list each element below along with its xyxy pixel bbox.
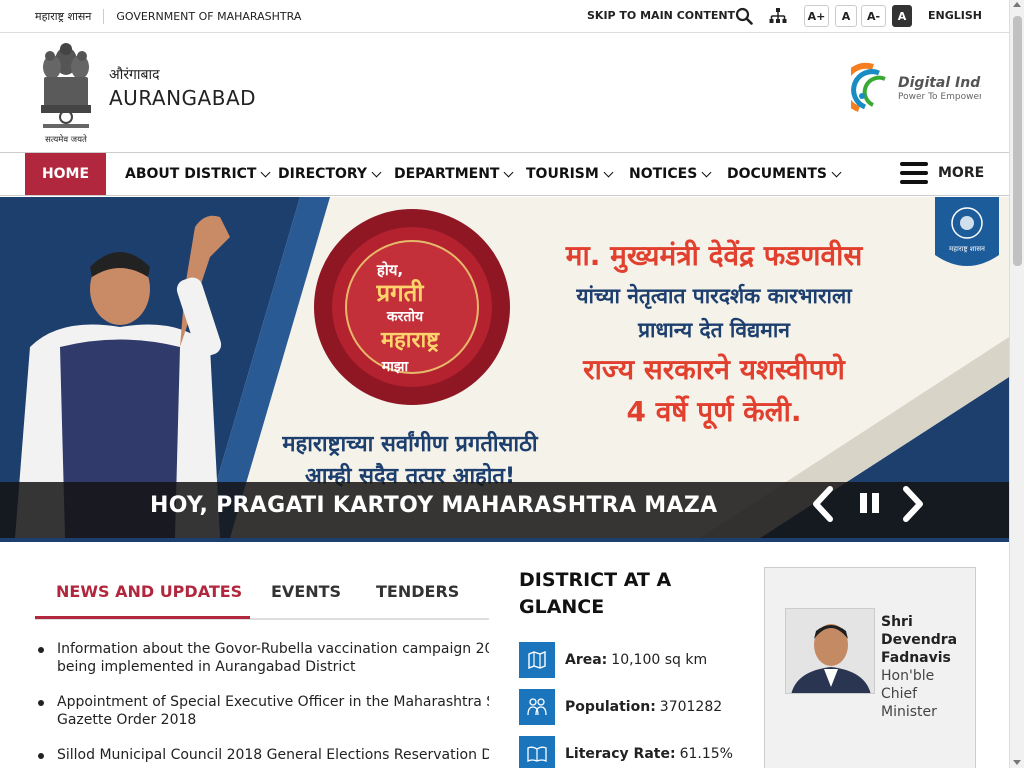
district-name-hindi: औरंगाबाद: [109, 67, 160, 83]
chevron-down-icon: [261, 167, 271, 177]
banner-divider: [0, 538, 1009, 542]
badge-text-4: महाराष्ट्र: [380, 328, 440, 353]
language-selector[interactable]: ENGLISH: [928, 9, 982, 22]
digital-india-tagline: Power To Empower: [898, 92, 981, 102]
nav-directory[interactable]: DIRECTORY: [278, 166, 382, 182]
nav-home[interactable]: HOME: [25, 153, 106, 195]
badge-text-2: प्रगती: [375, 279, 424, 307]
stat-literacy-rate: Literacy Rate: 61.15%: [519, 736, 733, 768]
nav-label: TOURISM: [526, 166, 599, 182]
news-list: Information about the Govor-Rubella vacc…: [35, 640, 489, 768]
slider-next-icon[interactable]: [894, 485, 930, 523]
stat-label: Literacy Rate:: [565, 746, 676, 762]
badge-text-3: करतोय: [386, 308, 424, 325]
book-icon: [519, 736, 555, 768]
stat-label: Area:: [565, 652, 608, 668]
banner-heading-5: 4 वर्षे पूर्ण केली.: [626, 395, 801, 430]
stat-area: Area: 10,100 sq km: [519, 642, 707, 678]
stat-population: Population: 3701282: [519, 689, 722, 725]
banner-caption: HOY, PRAGATI KARTOY MAHARASHTRA MAZA: [150, 493, 718, 518]
chief-minister-name[interactable]: Shri Devendra Fadnavis: [881, 613, 961, 667]
gov-english-link[interactable]: GOVERNMENT OF MAHARASHTRA: [116, 10, 301, 23]
gov-label-group: महाराष्ट्र शासन GOVERNMENT OF MAHARASHTR…: [35, 9, 301, 24]
news-item-line: Appointment of Special Executive Officer…: [57, 694, 489, 710]
skip-to-main-link[interactable]: SKIP TO MAIN CONTENT: [587, 9, 735, 22]
news-item-line: Information about the Govor-Rubella vacc…: [57, 641, 489, 657]
scroll-thumb[interactable]: [1013, 16, 1022, 266]
chief-minister-designation: Hon'ble Chief Minister: [881, 668, 937, 720]
banner-heading-4: राज्य सरकारने यशस्वीपणे: [582, 353, 846, 386]
nav-notices[interactable]: NOTICES: [629, 166, 712, 182]
page-scrollbar[interactable]: [1009, 0, 1024, 768]
emblem-motto: सत्यमेव जयते: [45, 134, 87, 145]
stat-value: 61.15%: [679, 746, 733, 762]
gov-hindi-link[interactable]: महाराष्ट्र शासन: [35, 9, 91, 24]
tab-events[interactable]: EVENTS: [271, 582, 341, 601]
chevron-down-icon: [371, 167, 382, 177]
slider-prev-icon[interactable]: [806, 485, 842, 523]
news-item[interactable]: Sillod Municipal Council 2018 General El…: [35, 746, 489, 764]
banner-heading-2: यांच्या नेतृत्वात पारदर्शक कारभाराला: [575, 283, 853, 310]
divider: [103, 9, 105, 24]
tab-tenders[interactable]: TENDERS: [376, 582, 459, 601]
news-item[interactable]: Appointment of Special Executive Officer…: [35, 693, 489, 729]
seal-label: महाराष्ट्र शासन: [949, 245, 985, 253]
map-icon: [519, 642, 555, 678]
banner-bottom-1: महाराष्ट्राच्या सर्वांगीण प्रगतीसाठी: [281, 430, 539, 457]
scroll-down-icon[interactable]: [1013, 760, 1021, 765]
badge-text-5: माझा: [381, 359, 410, 375]
nav-label: ABOUT DISTRICT: [125, 166, 257, 182]
chief-minister-photo: [785, 608, 875, 694]
nav-label: DIRECTORY: [278, 166, 368, 182]
chevron-down-icon: [504, 167, 514, 177]
people-icon: [519, 689, 555, 725]
nav-label: DOCUMENTS: [727, 166, 828, 182]
banner-heading-1: मा. मुख्यमंत्री देवेंद्र फडणवीस: [565, 239, 864, 273]
hero-banner[interactable]: होय, प्रगती करतोय महाराष्ट्र माझा मा. मु…: [0, 197, 1009, 538]
hamburger-icon: [900, 162, 928, 184]
nav-more[interactable]: MORE: [900, 162, 984, 184]
chevron-down-icon: [831, 167, 842, 177]
stat-value: 10,100 sq km: [611, 652, 708, 668]
badge-text-1: होय,: [376, 261, 403, 279]
sitemap-icon[interactable]: [769, 7, 787, 25]
more-label: MORE: [938, 165, 985, 181]
font-decrease-button[interactable]: A-: [861, 5, 886, 27]
chief-minister-card: Shri Devendra Fadnavis Hon'ble Chief Min…: [764, 567, 976, 768]
nav-tourism[interactable]: TOURISM: [526, 166, 614, 182]
page: महाराष्ट्र शासन GOVERNMENT OF MAHARASHTR…: [0, 0, 1024, 768]
main-navigation: HOME ABOUT DISTRICT DIRECTORY DEPARTMENT…: [0, 152, 1009, 196]
national-emblem-icon[interactable]: सत्यमेव जयते: [35, 39, 97, 145]
font-increase-button[interactable]: A+: [804, 5, 829, 27]
news-tabs: NEWS AND UPDATES EVENTS TENDERS: [35, 570, 489, 620]
news-item-line: Sillod Municipal Council 2018 General El…: [57, 747, 489, 763]
nav-about-district[interactable]: ABOUT DISTRICT: [125, 166, 271, 182]
news-item[interactable]: Information about the Govor-Rubella vacc…: [35, 640, 489, 676]
chevron-down-icon: [701, 167, 712, 177]
stat-value: 3701282: [659, 699, 723, 715]
chevron-down-icon: [603, 167, 614, 177]
slider-pause-icon[interactable]: [852, 485, 888, 523]
digital-india-title: Digital India: [898, 75, 981, 91]
nav-documents[interactable]: DOCUMENTS: [727, 166, 842, 182]
active-tab-indicator: [35, 616, 250, 619]
news-item-line: being implemented in Aurangabad District: [57, 659, 356, 675]
stat-label: Population:: [565, 699, 656, 715]
district-glance-title: DISTRICT AT A GLANCE: [519, 569, 672, 618]
nav-label: DEPARTMENT: [394, 166, 500, 182]
nav-department[interactable]: DEPARTMENT: [394, 166, 514, 182]
site-header: सत्यमेव जयते औरंगाबाद AURANGABAD Digital…: [0, 33, 1009, 152]
news-item-line: Gazette Order 2018: [57, 712, 197, 728]
search-icon[interactable]: [735, 7, 753, 25]
high-contrast-button[interactable]: A: [892, 5, 912, 27]
district-name[interactable]: AURANGABAD: [109, 86, 256, 110]
scroll-up-icon[interactable]: [1013, 2, 1021, 7]
nav-label: NOTICES: [629, 166, 698, 182]
digital-india-logo[interactable]: Digital India Power To Empower: [851, 61, 981, 115]
tab-news-and-updates[interactable]: NEWS AND UPDATES: [56, 582, 242, 601]
top-utility-bar: महाराष्ट्र शासन GOVERNMENT OF MAHARASHTR…: [0, 0, 1009, 33]
font-normal-button[interactable]: A: [835, 5, 857, 27]
banner-heading-3: प्राधान्य देत विद्यमान: [637, 317, 791, 342]
